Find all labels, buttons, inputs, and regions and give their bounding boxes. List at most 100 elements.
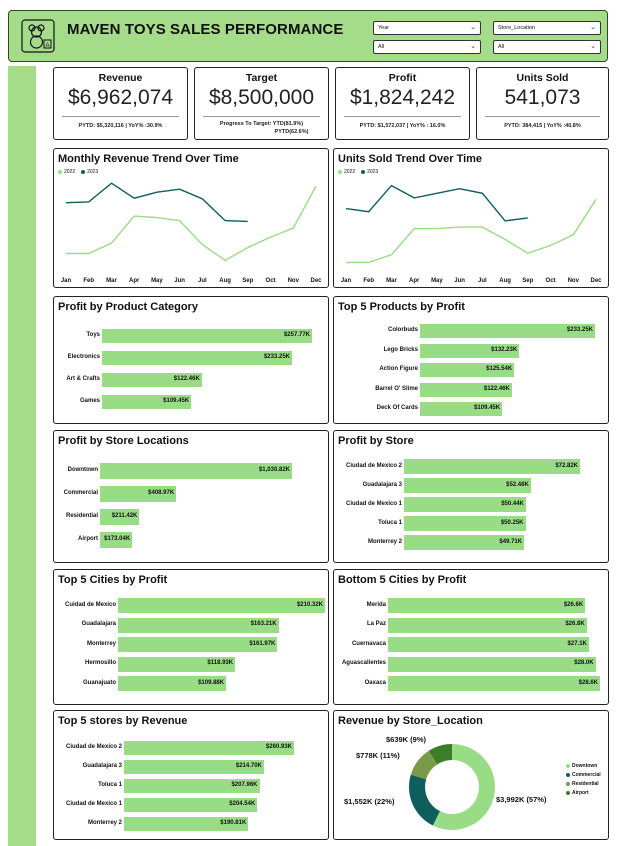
category-label: Residential: [65, 513, 98, 519]
data-label: $1,030.82K: [258, 467, 290, 473]
category-label: Guadalajara 3: [362, 481, 402, 488]
category-label: Commercial: [63, 490, 98, 496]
category-label: Airport: [78, 536, 98, 542]
chart-title: Top 5 Cities by Profit: [58, 574, 168, 586]
kpi-subtext: PYTD(62.6%): [274, 129, 309, 135]
legend-item[interactable]: Residential: [566, 781, 599, 787]
category-label: Cuernavaca: [351, 640, 386, 647]
chart-title: Profit by Store: [338, 435, 414, 447]
data-label: $207.96K: [231, 782, 258, 788]
store-location-slicer-value[interactable]: All ⌄: [493, 40, 601, 54]
data-label: $132.23K: [491, 346, 518, 353]
chart-title: Top 5 Products by Profit: [338, 301, 465, 313]
category-label: Aguascalientes: [341, 660, 386, 666]
kpi-subtext: PYTD: $5,320,116 | YoY% :30.9%: [78, 123, 163, 129]
legend-swatch: [566, 763, 570, 768]
category-label: Guadalajara: [81, 621, 116, 627]
x-tick-label: Mar: [386, 278, 397, 284]
x-tick-label: Nov: [288, 278, 300, 284]
chevron-down-icon[interactable]: ⌄: [590, 23, 596, 31]
series-line-2022[interactable]: [66, 185, 317, 262]
category-label: Ciudad de Mexico 2: [65, 744, 122, 750]
x-tick-label: Jul: [198, 278, 207, 284]
data-label: $204.54K: [229, 801, 256, 807]
category-label: Downtown: [67, 467, 98, 473]
category-label: Ciudad de Mexico 2: [345, 462, 402, 469]
kpi-card-target: Target $8,500,000 Progress To Target: YT…: [194, 67, 329, 140]
revenue-by-store-location-chart: Revenue by Store_Location $3,992K (57%) $1…: [333, 710, 609, 840]
bar-merida[interactable]: [388, 598, 586, 613]
divider: [485, 116, 600, 117]
chevron-down-icon[interactable]: ⌄: [590, 42, 596, 50]
page-title: MAVEN TOYS SALES PERFORMANCE: [67, 21, 344, 38]
bar-cuernavaca[interactable]: [388, 637, 589, 652]
legend-swatch: [566, 781, 570, 786]
data-label: $408.97K: [148, 490, 175, 496]
category-label: Merida: [366, 601, 386, 608]
legend-item[interactable]: Airport: [566, 790, 589, 796]
data-label: $161.97K: [249, 640, 276, 647]
profit-by-store-chart: Profit by Store Ciudad de Mexico 2 $72.82K…: [333, 430, 609, 563]
kpi-card-revenue: Revenue $6,962,074 PYTD: $5,320,116 | Yo…: [53, 67, 188, 140]
bar-oaxaca[interactable]: [388, 676, 600, 691]
x-tick-label: Aug: [219, 278, 231, 284]
x-tick-label: Oct: [266, 278, 276, 284]
legend-label: Downtown: [572, 763, 598, 769]
data-label: $190.81K: [220, 820, 247, 826]
series-line-2022[interactable]: [346, 199, 597, 264]
kpi-subtext: Progress To Target: YTD(81.9%): [219, 121, 304, 127]
bar-cuidad-de-mexico[interactable]: [118, 598, 325, 613]
category-label: Colorbuds: [388, 327, 418, 333]
kpi-label: Target: [245, 72, 278, 84]
category-label: Monterrey 2: [87, 820, 122, 826]
top-5-products-by-profit-chart: Top 5 Products by Profit Colorbuds $233.25…: [333, 296, 609, 424]
data-label: $210.32K: [296, 601, 323, 608]
bar-ciudad-de-mexico-2[interactable]: [404, 459, 580, 474]
kpi-label: Profit: [388, 72, 417, 84]
year-slicer-value[interactable]: All ⌄: [373, 40, 481, 54]
data-label: $260.93K: [265, 744, 292, 750]
year-slicer[interactable]: Year ⌄ All ⌄: [373, 21, 481, 55]
data-label: $52.48K: [506, 481, 529, 488]
legend-item[interactable]: Downtown: [566, 763, 597, 769]
category-label: Lego Bricks: [383, 346, 418, 353]
data-label: $257.77K: [283, 332, 310, 338]
monthly-revenue-trend-chart: Monthly Revenue Trend Over Time 2022 2023 J…: [53, 148, 329, 288]
slice-commercial[interactable]: [409, 774, 440, 826]
data-label: $50.44K: [501, 500, 524, 507]
store-location-slicer[interactable]: Store_Location ⌄ All ⌄: [493, 21, 601, 55]
data-label: $118.93K: [207, 660, 234, 666]
bottom-5-cities-by-profit-chart: Bottom 5 Cities by Profit Merida $26.6K La …: [333, 569, 609, 705]
bar-toys[interactable]: [102, 329, 312, 343]
store-location-slicer-title: Store_Location ⌄: [493, 21, 601, 35]
legend-item[interactable]: Commercial: [566, 772, 601, 778]
series-line-2023[interactable]: [65, 182, 248, 223]
data-label: $109.45K: [474, 405, 501, 411]
top-5-cities-by-profit-chart: Top 5 Cities by Profit Cuidad de Mexico $2…: [53, 569, 329, 705]
data-label: $211.42K: [111, 513, 138, 519]
bar-aguascalientes[interactable]: [388, 656, 596, 672]
x-tick-label: Sep: [242, 278, 253, 284]
series-line-2023[interactable]: [345, 184, 528, 222]
line-chart-svg: Jan Feb Mar Apr May Jun Jul Aug Sep Oct Nov Dec: [341, 184, 602, 284]
side-accent-bar: [8, 66, 36, 846]
category-label: Toluca 1: [98, 782, 122, 788]
category-label: Ciudad de Mexico 1: [65, 801, 122, 807]
data-label: $163.21K: [250, 621, 277, 627]
legend-label: Residential: [572, 781, 599, 787]
data-label: $214.70K: [235, 763, 262, 769]
chevron-down-icon[interactable]: ⌄: [470, 42, 476, 50]
kpi-subtext: PYTD: 384,415 | YoY% :40.8%: [504, 123, 581, 129]
divider: [62, 116, 179, 117]
category-label: Deck Of Cards: [376, 405, 418, 411]
kpi-label: Units Sold: [516, 72, 569, 84]
data-label: $49.71K: [499, 538, 523, 545]
bar-la-paz[interactable]: [388, 617, 587, 633]
kpi-value: 541,073: [504, 86, 581, 109]
chevron-down-icon[interactable]: ⌄: [470, 23, 476, 31]
chart-title: Profit by Product Category: [58, 301, 198, 313]
units-sold-trend-chart: Units Sold Trend Over Time 2022 2023 Jan Feb…: [333, 148, 609, 288]
kpi-value: $6,962,074: [67, 86, 174, 109]
header-banner: A MAVEN TOYS SALES PERFORMANCE Year ⌄ All…: [8, 10, 608, 62]
x-tick-label: Feb: [83, 278, 94, 284]
